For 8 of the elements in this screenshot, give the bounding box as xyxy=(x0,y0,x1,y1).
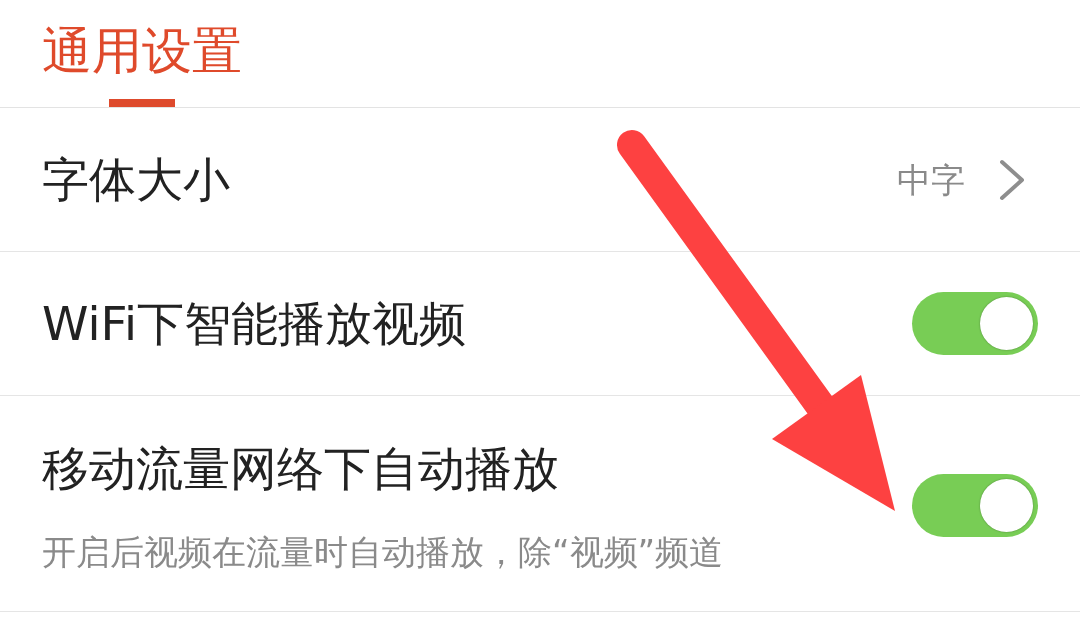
setting-label: 字体大小 xyxy=(42,151,231,208)
setting-label: 移动流量网络下自动播放 xyxy=(42,440,560,497)
tab[interactable]: 通用设置 xyxy=(40,0,244,107)
setting-value: 中字 xyxy=(897,158,965,201)
tab-indicator xyxy=(109,99,175,107)
chevron-right-icon xyxy=(999,158,1025,201)
setting-description: 开启后视频在流量时自动播放，除“视频”频道 xyxy=(42,530,725,573)
setting-label: WiFi下智能播放视频 xyxy=(42,295,468,352)
